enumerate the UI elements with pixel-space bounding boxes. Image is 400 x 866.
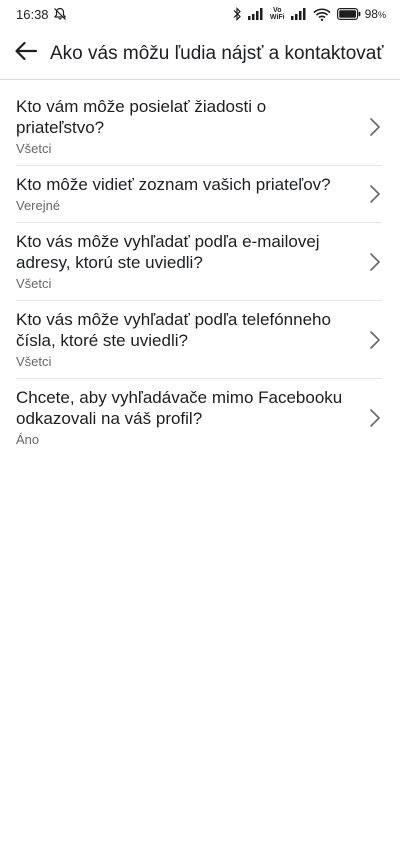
setting-title: Kto môže vidieť zoznam vašich priateľov? xyxy=(16,175,331,194)
battery-icon xyxy=(336,8,361,20)
wifi-icon xyxy=(313,8,331,21)
mute-notifications-icon xyxy=(53,7,67,21)
setting-search-engines[interactable]: Chcete, aby vyhľadávače mimo Facebooku o… xyxy=(16,379,382,456)
chevron-right-icon xyxy=(370,252,380,271)
back-arrow-icon xyxy=(14,41,38,66)
setting-lookup-email[interactable]: Kto vás môže vyhľadať podľa e-mailovej a… xyxy=(16,223,382,301)
setting-title: Kto vás môže vyhľadať podľa telefónneho … xyxy=(16,310,331,350)
setting-title: Chcete, aby vyhľadávače mimo Facebooku o… xyxy=(16,388,343,428)
status-bar: 16:38 Vo WiFi 98% xyxy=(0,0,400,28)
setting-title: Kto vám môže posielať žiadosti o priateľ… xyxy=(16,97,267,137)
chevron-right-icon xyxy=(370,408,380,427)
settings-list: Kto vám môže posielať žiadosti o priateľ… xyxy=(0,88,400,456)
setting-friends-list[interactable]: Kto môže vidieť zoznam vašich priateľov?… xyxy=(16,166,382,223)
status-time: 16:38 xyxy=(16,6,49,22)
setting-value: Verejné xyxy=(16,198,61,213)
status-left: 16:38 xyxy=(16,7,67,22)
setting-value: Všetci xyxy=(16,141,52,156)
chevron-right-icon xyxy=(370,185,380,203)
chevron-right-icon xyxy=(370,330,380,349)
setting-value: Áno xyxy=(16,432,40,447)
setting-value: Všetci xyxy=(16,354,52,369)
setting-value: Všetci xyxy=(16,276,52,291)
battery-level: 98% xyxy=(364,7,386,21)
back-button[interactable] xyxy=(2,30,50,78)
setting-lookup-phone[interactable]: Kto vás môže vyhľadať podľa telefónneho … xyxy=(16,301,382,379)
setting-friend-requests[interactable]: Kto vám môže posielať žiadosti o priateľ… xyxy=(16,88,382,166)
status-right: Vo WiFi 98% xyxy=(232,7,386,21)
battery-indicator: 98% xyxy=(336,7,386,21)
bluetooth-icon xyxy=(232,7,242,21)
setting-title: Kto vás môže vyhľadať podľa e-mailovej a… xyxy=(16,232,320,272)
vowifi-icon: Vo WiFi xyxy=(269,7,285,21)
signal-icon xyxy=(247,8,264,20)
chevron-right-icon xyxy=(370,117,380,136)
app-header: Ako vás môžu ľudia nájsť a kontaktovať xyxy=(0,28,400,80)
page-title: Ako vás môžu ľudia nájsť a kontaktovať xyxy=(50,42,384,64)
signal-icon xyxy=(290,8,307,20)
